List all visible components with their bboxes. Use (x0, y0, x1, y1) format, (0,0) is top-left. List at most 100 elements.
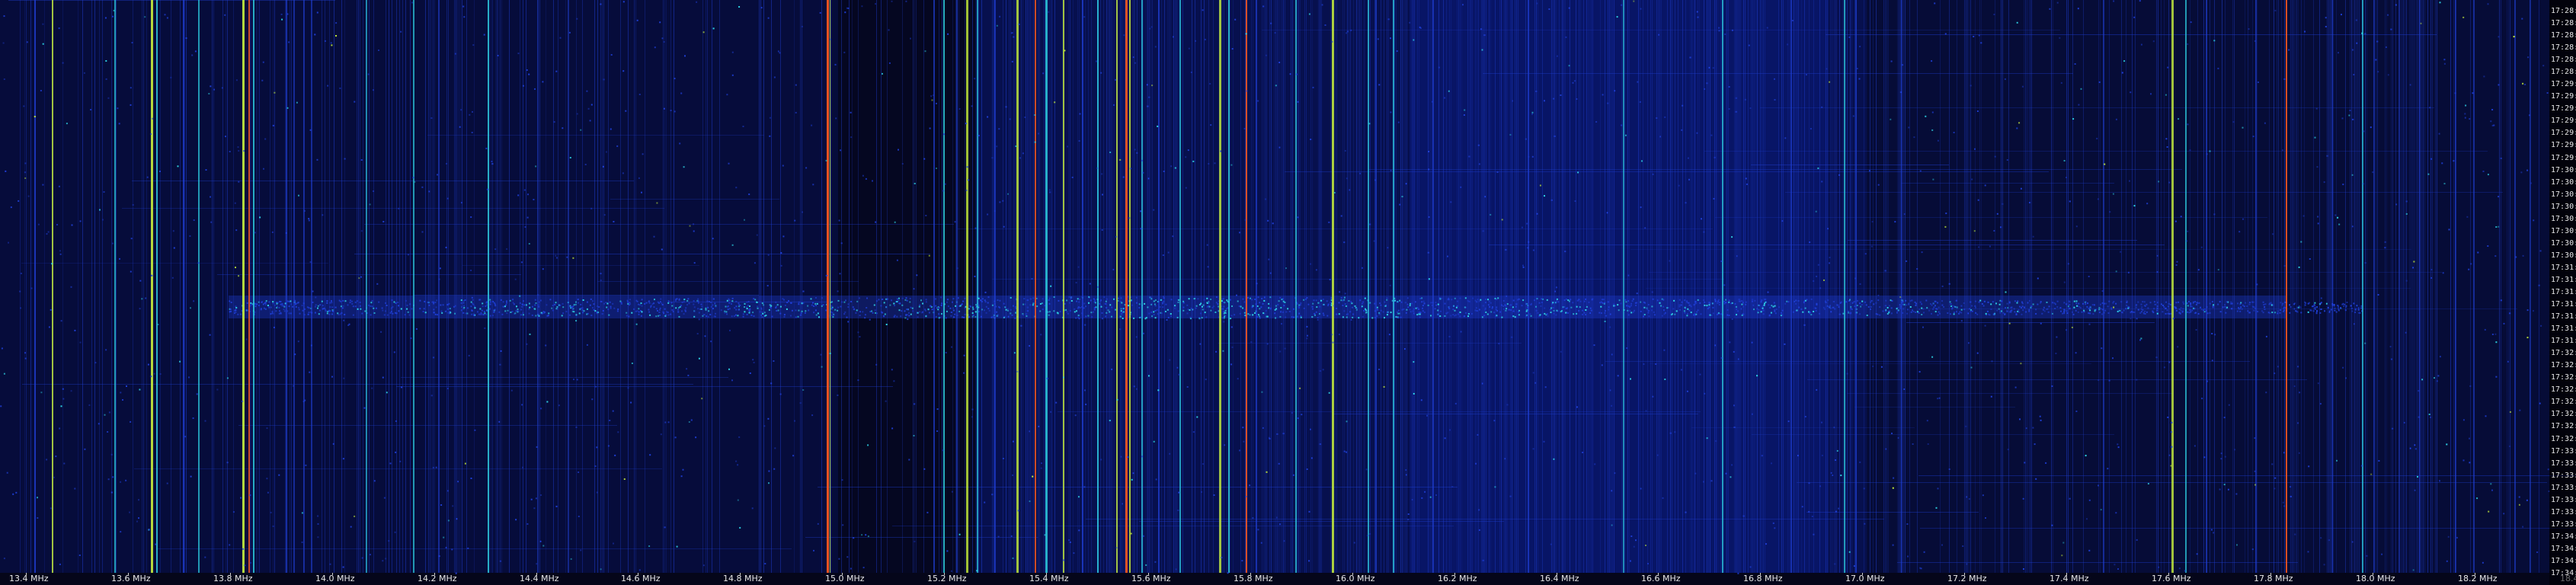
burst-speckle (1728, 315, 1730, 316)
speckle (536, 563, 538, 565)
speckle (1147, 105, 1149, 107)
burst-speckle (1529, 313, 1531, 315)
speckle (498, 420, 501, 423)
speckle (2469, 385, 2472, 387)
speckle (638, 177, 640, 179)
burst-speckle (264, 302, 267, 304)
burst-speckle (727, 305, 729, 308)
burst-speckle (1906, 304, 1908, 306)
speckle (383, 497, 386, 499)
burst-speckle (1399, 299, 1401, 302)
speckle (1821, 106, 1823, 108)
burst-speckle (1099, 302, 1101, 305)
burst-speckle (1323, 304, 1325, 306)
burst-speckle (2357, 308, 2360, 311)
speckle (103, 191, 105, 193)
noise-column (1789, 0, 1790, 573)
burst-speckle (482, 305, 484, 308)
burst-speckle (1270, 307, 1272, 309)
noise-column (2356, 0, 2357, 573)
speckle (464, 462, 466, 465)
burst-speckle (522, 300, 524, 302)
speckle (2177, 346, 2179, 348)
burst-speckle (1704, 304, 1706, 306)
speckle (59, 250, 61, 252)
speckle (1731, 29, 1733, 31)
speckle (2248, 28, 2250, 30)
burst-speckle (1741, 300, 1743, 302)
speckle (335, 22, 338, 24)
burst-speckle (589, 304, 591, 306)
burst-speckle (347, 304, 349, 306)
carrier-line (1375, 0, 1377, 573)
burst-speckle (1553, 309, 1555, 312)
burst-speckle (1931, 312, 1932, 315)
noise-column (186, 0, 187, 573)
burst-speckle (1153, 314, 1155, 315)
burst-speckle (1279, 296, 1282, 299)
burst-speckle (1599, 302, 1602, 304)
noise-column (285, 0, 286, 573)
spectrum-waterfall-display[interactable] (0, 0, 2576, 585)
burst-speckle (574, 303, 577, 305)
burst-speckle (1487, 299, 1489, 301)
burst-speckle (1573, 313, 1575, 315)
noise-column (2365, 0, 2366, 573)
burst-speckle (2077, 311, 2079, 313)
noise-column (2234, 0, 2235, 573)
speckle (1278, 146, 1281, 149)
speckle (2336, 459, 2338, 462)
burst-speckle (1725, 299, 1726, 301)
burst-speckle (859, 297, 860, 299)
speckle (1163, 171, 1165, 172)
burst-speckle (731, 300, 734, 302)
speckle (1944, 225, 1947, 228)
burst-speckle (370, 305, 372, 307)
burst-speckle (1760, 301, 1762, 303)
speckle (1633, 0, 1635, 2)
speckle (1308, 560, 1310, 562)
burst-speckle (1377, 308, 1379, 311)
burst-speckle (2283, 311, 2284, 312)
burst-speckle (873, 304, 875, 306)
noise-column (20, 0, 21, 573)
burst-speckle (307, 313, 309, 315)
noise-column (2453, 0, 2454, 573)
burst-speckle (1416, 314, 1419, 316)
burst-speckle (889, 304, 891, 306)
speckle (656, 202, 658, 204)
burst-speckle (1708, 304, 1710, 306)
burst-speckle (1510, 309, 1512, 312)
burst-speckle (2192, 302, 2194, 305)
burst-speckle (357, 308, 359, 310)
noise-column (1556, 0, 1557, 573)
speckle (754, 262, 756, 264)
burst-speckle (1859, 313, 1861, 315)
speckle (1834, 563, 1836, 565)
burst-speckle (981, 315, 982, 318)
burst-speckle (471, 309, 473, 312)
speckle (738, 6, 741, 8)
speckle (1239, 449, 1240, 452)
burst-speckle (620, 302, 622, 303)
speckle (735, 460, 738, 462)
burst-speckle (1502, 308, 1505, 310)
burst-speckle (1240, 305, 1242, 308)
burst-speckle (1646, 308, 1649, 311)
burst-speckle (882, 299, 884, 300)
burst-speckle (2069, 301, 2071, 303)
carrier-line (303, 0, 305, 573)
burst-speckle (520, 305, 523, 308)
speckle (1073, 552, 1075, 555)
speckle (249, 561, 251, 564)
speckle (751, 507, 754, 510)
burst-speckle (1489, 305, 1490, 308)
speckle (766, 285, 769, 287)
burst-speckle (904, 310, 906, 312)
speckle (954, 221, 956, 223)
noise-column (273, 0, 274, 573)
speckle (1565, 36, 1567, 38)
burst-speckle (1384, 317, 1385, 319)
burst-speckle (480, 313, 482, 315)
burst-speckle (1351, 306, 1353, 308)
